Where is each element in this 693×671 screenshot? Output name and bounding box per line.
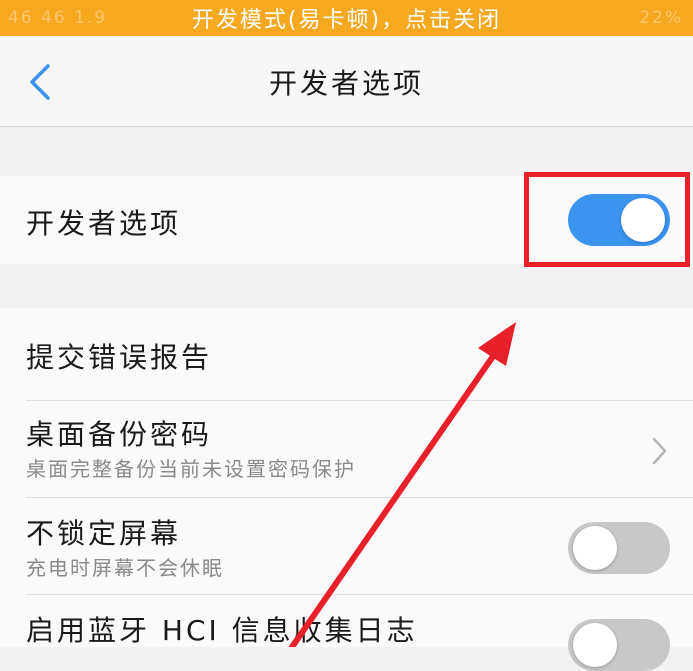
annotation-arrow [289, 322, 516, 647]
